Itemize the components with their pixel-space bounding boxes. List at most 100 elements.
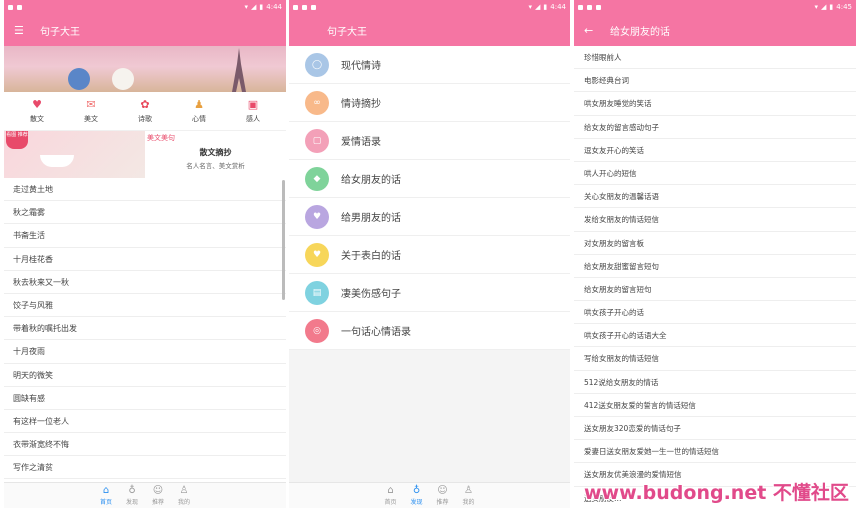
battery-icon: ▮ xyxy=(259,3,264,11)
list-item[interactable]: 给女朋友甜蜜留言短句 xyxy=(574,255,856,278)
home-icon: ⌂ xyxy=(387,485,394,496)
notification-icon xyxy=(311,4,316,10)
category-label: 现代情诗 xyxy=(341,61,381,72)
nav-mine[interactable]: ♙ 我的 xyxy=(461,483,477,508)
home-screen: ▾ ◢ ▮ 4:44 ☰ 句子大王 ♥ 散文 ✉ 美文 ✿ 诗歌 ♟ 心情 ▣ 感人 看图 推荐… xyxy=(4,0,286,508)
list-item[interactable]: 有这样一位老人 xyxy=(4,410,286,434)
list-item[interactable]: 哄女孩子开心的话语大全 xyxy=(574,324,856,348)
list-item[interactable]: 饺子与风雅 xyxy=(4,294,286,318)
notification-icon xyxy=(578,4,583,10)
list-item[interactable]: 哄人开心的短信 xyxy=(574,162,856,186)
nav-discover[interactable]: ♁ 发现 xyxy=(409,483,425,508)
promo-subtitle: 名人名言、美文赏析 xyxy=(186,162,245,170)
category-row[interactable]: ∞ 情诗摘抄 xyxy=(289,84,570,122)
list-item[interactable]: 书斋生活 xyxy=(4,224,286,248)
list-item[interactable]: 秋去秋来又一秋 xyxy=(4,271,286,294)
promo-card[interactable]: 看图 推荐 美文美句 散文摘抄 名人名言、美文赏析 xyxy=(4,130,286,178)
category-label: 心情 xyxy=(192,115,206,123)
banner-image[interactable] xyxy=(4,46,286,92)
category-row[interactable]: ♥ 给男朋友的话 xyxy=(289,198,570,236)
back-arrow-icon[interactable]: ← xyxy=(584,24,606,37)
category-row[interactable]: ♥ 关于表白的话 xyxy=(289,236,570,274)
category-row[interactable]: ◆ 给女朋友的话 xyxy=(289,160,570,198)
wifi-icon: ▾ xyxy=(528,3,533,11)
list-item[interactable]: 给女友的留言感动句子 xyxy=(574,116,856,139)
category-item[interactable]: ✿ 诗歌 xyxy=(125,96,165,130)
nav-label: 推荐 xyxy=(436,499,449,506)
menu-icon[interactable]: ☰ xyxy=(14,24,36,37)
list-item[interactable]: 哄女朋友睡觉的笑话 xyxy=(574,92,856,116)
battery-icon: ▮ xyxy=(543,3,548,11)
scrollbar[interactable] xyxy=(282,180,285,300)
category-label: 关于表白的话 xyxy=(341,251,401,262)
nav-recommend[interactable]: ☺ 推荐 xyxy=(435,483,451,508)
list-item[interactable]: 关心女朋友的温馨话语 xyxy=(574,185,856,209)
list-item[interactable]: 带着秋的嘱托出发 xyxy=(4,317,286,341)
list-item[interactable]: 圆缺有感 xyxy=(4,387,286,410)
list-item[interactable]: 电影经典台词 xyxy=(574,69,856,93)
category-label: 散文 xyxy=(30,115,44,123)
list-item[interactable]: 发给女朋友的情话短信 xyxy=(574,208,856,232)
nav-label: 我的 xyxy=(462,499,475,506)
page-title: 给女朋友的话 xyxy=(610,26,670,38)
category-item[interactable]: ▣ 感人 xyxy=(233,96,273,130)
category-label: 诗歌 xyxy=(138,115,152,123)
list-item[interactable]: 写作之清贫 xyxy=(4,456,286,480)
chat-bubble-icon: ◯ xyxy=(305,52,329,77)
list-item[interactable]: 爱妻日送女朋友爱她一生一世的情话短信 xyxy=(574,440,856,464)
article-list: 走过黄土地 秋之霜雾 书斋生活 十月桂花香 秋去秋来又一秋 饺子与风雅 带着秋的… xyxy=(4,178,286,480)
list-item[interactable]: 走过黄土地 xyxy=(4,178,286,202)
list-item[interactable]: 明天的微笑 xyxy=(4,364,286,387)
list-item[interactable]: 衣带渐宽终不悔 xyxy=(4,433,286,457)
category-item[interactable]: ✉ 美文 xyxy=(71,96,111,130)
girlfriend-words-screen: ▾ ◢ ▮ 4:45 ← 给女朋友的话 珍惜眼前人 电影经典台词 哄女朋友睡觉的笑话 … xyxy=(574,0,856,508)
list-item[interactable]: 对女朋友的留言板 xyxy=(574,232,856,255)
signal-icon: ◢ xyxy=(251,3,257,11)
category-label: 给女朋友的话 xyxy=(341,175,401,186)
list-item[interactable]: 写给女朋友的情话短信 xyxy=(574,347,856,371)
category-row[interactable]: ▤ 凄美伤感句子 xyxy=(289,274,570,312)
promo-image: 看图 推荐 xyxy=(4,131,145,178)
cup-figure xyxy=(40,155,74,167)
promo-text: 美文美句 散文摘抄 名人名言、美文赏析 xyxy=(145,131,286,178)
nav-mine[interactable]: ♙ 我的 xyxy=(176,483,192,508)
list-item[interactable]: 412送女朋友爱的誓言的情话短信 xyxy=(574,394,856,417)
bottle-icon: ▤ xyxy=(305,280,329,305)
promo-tag: 美文美句 xyxy=(147,134,175,142)
nav-label: 推荐 xyxy=(151,499,164,506)
promo-title: 散文摘抄 xyxy=(199,148,232,157)
heart-icon: ♥ xyxy=(32,97,42,111)
app-bar: ← 给女朋友的话 xyxy=(574,14,856,46)
nav-home[interactable]: ⌂ 首页 xyxy=(383,483,399,508)
list-item[interactable]: 哄女孩子开心的话 xyxy=(574,301,856,325)
list-item[interactable]: 512说给女朋友的情话 xyxy=(574,371,856,394)
category-label: 凄美伤感句子 xyxy=(341,289,401,300)
bottom-nav: ⌂ 首页 ♁ 发现 ☺ 推荐 ♙ 我的 xyxy=(289,482,570,508)
list-item[interactable]: 送女朋友320恋爱的情话句子 xyxy=(574,417,856,441)
nav-discover[interactable]: ♁ 发现 xyxy=(124,483,140,508)
nav-recommend[interactable]: ☺ 推荐 xyxy=(150,483,166,508)
battery-icon: ▮ xyxy=(829,3,834,11)
category-row[interactable]: ◯ 现代情诗 xyxy=(289,46,570,84)
app-title: 句子大王 xyxy=(40,26,80,38)
list-item[interactable]: 珍惜眼前人 xyxy=(574,46,856,70)
list-item[interactable]: 十月夜雨 xyxy=(4,340,286,364)
promo-badge: 看图 推荐 xyxy=(6,131,28,149)
list-item[interactable]: 秋之霜雾 xyxy=(4,201,286,225)
list-item[interactable]: 十月桂花香 xyxy=(4,248,286,271)
bulb-icon: ♁ xyxy=(412,485,421,496)
category-row[interactable]: ▢ 爱情语录 xyxy=(289,122,570,160)
category-item[interactable]: ♟ 心情 xyxy=(179,96,219,130)
category-item[interactable]: ♥ 散文 xyxy=(17,96,57,130)
nav-label: 发现 xyxy=(410,499,423,506)
smile-icon: ☺ xyxy=(437,485,448,496)
nav-home[interactable]: ⌂ 首页 xyxy=(98,483,114,508)
list-item[interactable]: 逗女友开心的笑话 xyxy=(574,139,856,162)
notification-icon xyxy=(293,4,298,10)
signal-icon: ◢ xyxy=(535,3,541,11)
list-item[interactable]: 给女朋友的留言短句 xyxy=(574,278,856,302)
category-label: 一句话心情语录 xyxy=(341,327,411,338)
tower-figure xyxy=(232,48,246,92)
category-label: 感人 xyxy=(246,115,260,123)
category-row[interactable]: ◎ 一句话心情语录 xyxy=(289,312,570,350)
